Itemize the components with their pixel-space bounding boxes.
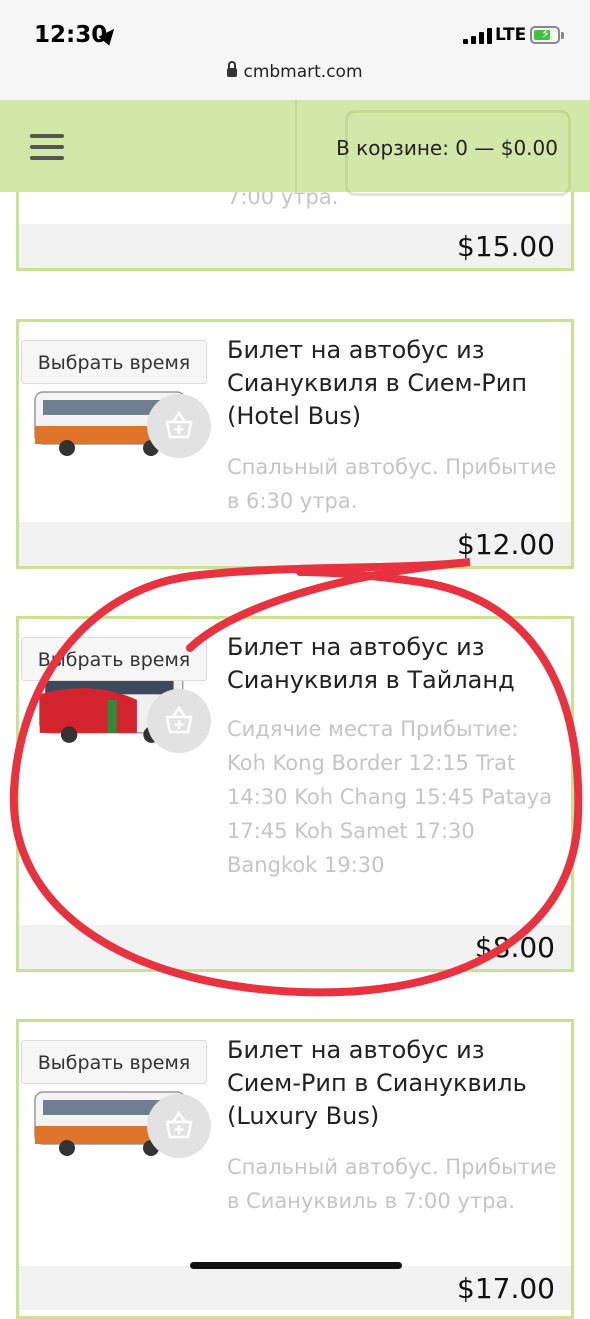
- product-card[interactable]: Выбрать время Билет на автобус из Сием-Р…: [16, 1019, 574, 1319]
- product-price-bar: $15.00: [19, 224, 571, 268]
- product-description: Сидячие места Прибытие: Koh Kong Border …: [227, 717, 553, 877]
- product-card[interactable]: Выбрать время Билет на автобус из Сианук…: [16, 616, 574, 972]
- product-card[interactable]: Выбрать время Билет на автобус из Сианук…: [16, 319, 574, 569]
- product-title[interactable]: Билет на автобус из Сием-Рип в Сиануквил…: [227, 1034, 561, 1133]
- menu-icon[interactable]: [30, 134, 64, 160]
- add-to-cart-button[interactable]: [147, 1094, 211, 1158]
- product-title[interactable]: Билет на автобус из Сиануквиля в Тайланд: [227, 631, 561, 697]
- product-title[interactable]: Билет на автобус из Сиануквиля в Сием-Ри…: [227, 334, 561, 433]
- url-text: cmbmart.com: [243, 62, 363, 82]
- product-price-bar: $17.00: [19, 1266, 571, 1310]
- status-bar: 12:30 LTE ⚡ cmbmart.com: [0, 0, 590, 100]
- address-bar[interactable]: cmbmart.com: [0, 61, 590, 82]
- signal-icon: [463, 28, 493, 44]
- product-description: Спальный автобус. Прибытие в 6:30 утра.: [227, 455, 557, 513]
- add-to-cart-button[interactable]: [147, 394, 211, 458]
- clock: 12:30: [34, 22, 108, 48]
- battery-icon: ⚡: [530, 26, 560, 44]
- add-to-cart-icon: [165, 705, 193, 734]
- choose-time-button[interactable]: Выбрать время: [21, 637, 207, 681]
- battery-tip: [561, 32, 564, 39]
- product-price-bar: $8.00: [19, 925, 571, 969]
- product-description: Спальный автобус. Прибытие в Сиануквиль …: [227, 1155, 557, 1213]
- product-price: $15.00: [457, 230, 555, 263]
- header-divider: [295, 100, 297, 192]
- product-price: $8.00: [474, 931, 555, 964]
- network-type: LTE: [495, 25, 527, 45]
- add-to-cart-icon: [165, 410, 193, 439]
- choose-time-button[interactable]: Выбрать время: [21, 340, 207, 384]
- choose-time-button[interactable]: Выбрать время: [21, 1040, 207, 1084]
- lock-icon: [227, 61, 238, 77]
- cart-summary[interactable]: В корзине: 0 — $0.00: [336, 136, 558, 160]
- home-indicator: [190, 1262, 402, 1269]
- product-price: $17.00: [457, 1272, 555, 1305]
- product-price-bar: $12.00: [19, 522, 571, 566]
- add-to-cart-icon: [165, 1110, 193, 1139]
- add-to-cart-button[interactable]: [147, 689, 211, 753]
- site-header: В корзине: 0 — $0.00: [0, 100, 590, 196]
- product-price: $12.00: [457, 528, 555, 561]
